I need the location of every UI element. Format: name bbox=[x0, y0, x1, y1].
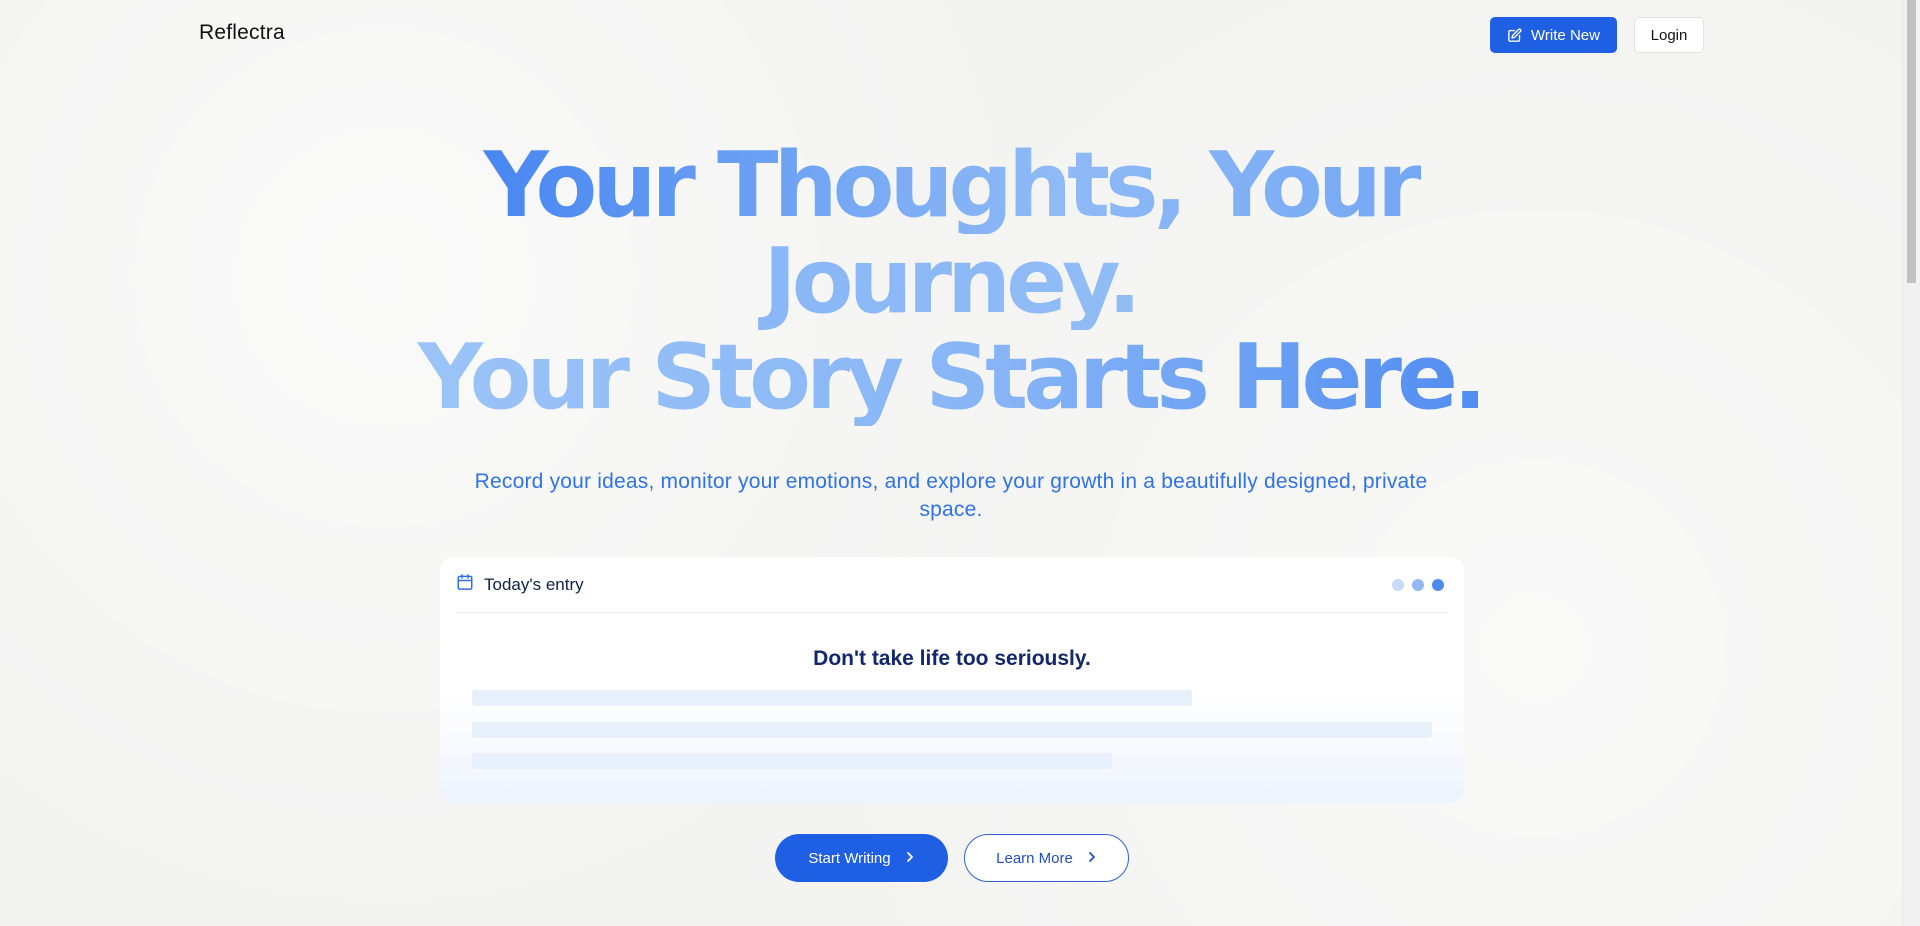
text-placeholder-line bbox=[472, 690, 1192, 706]
entry-quote: Don't take life too seriously. bbox=[813, 647, 1091, 670]
start-writing-button[interactable]: Start Writing bbox=[775, 834, 948, 882]
edit-icon bbox=[1507, 28, 1522, 43]
scrollbar-thumb[interactable] bbox=[1907, 0, 1916, 283]
login-button[interactable]: Login bbox=[1634, 17, 1704, 53]
learn-more-button[interactable]: Learn More bbox=[964, 834, 1129, 882]
hero-line-1: Your Thoughts, Your bbox=[400, 138, 1500, 234]
hero-heading: Your Thoughts, Your Journey. Your Story … bbox=[400, 138, 1500, 426]
dot-light bbox=[1392, 579, 1404, 591]
calendar-icon bbox=[456, 573, 474, 596]
dot-medium bbox=[1412, 579, 1424, 591]
text-placeholder-line bbox=[472, 753, 1112, 769]
journal-preview-card: Today's entry Don't take life too seriou… bbox=[440, 557, 1464, 803]
start-writing-label: Start Writing bbox=[808, 849, 891, 867]
landing-page: Reflectra Write New Login Your Thoughts,… bbox=[0, 0, 1902, 926]
dot-dark bbox=[1432, 579, 1444, 591]
text-placeholder-line bbox=[472, 722, 1432, 738]
chevron-right-icon bbox=[905, 850, 915, 867]
hero-line-3: Your Story Starts Here. bbox=[400, 330, 1500, 426]
write-new-button[interactable]: Write New bbox=[1490, 17, 1617, 53]
hero-subtitle: Record your ideas, monitor your emotions… bbox=[474, 470, 1428, 521]
page-scrollbar[interactable] bbox=[1902, 0, 1920, 926]
brand-logo[interactable]: Reflectra bbox=[199, 21, 285, 45]
card-divider bbox=[456, 612, 1448, 613]
card-title: Today's entry bbox=[484, 574, 584, 594]
write-new-label: Write New bbox=[1531, 26, 1600, 44]
hero-line-2: Journey. bbox=[400, 234, 1500, 330]
chevron-right-icon bbox=[1087, 850, 1097, 867]
card-header: Today's entry bbox=[456, 573, 584, 596]
window-dots bbox=[1392, 579, 1444, 591]
learn-more-label: Learn More bbox=[996, 849, 1073, 867]
